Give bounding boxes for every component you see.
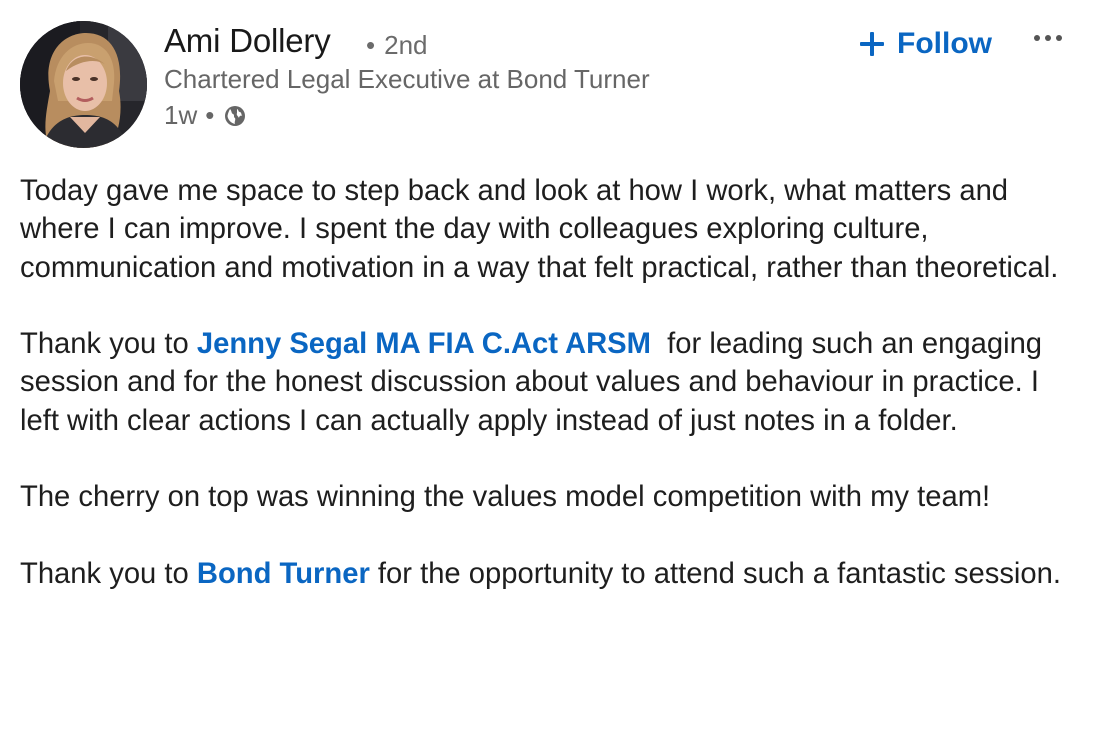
follow-button[interactable]: Follow xyxy=(859,27,992,61)
mention-link[interactable]: Jenny Segal MA FIA C.Act ARSM xyxy=(197,328,651,360)
profile-photo xyxy=(20,21,147,148)
text-segment: Thank you to xyxy=(20,328,197,361)
post-paragraph: The cherry on top was winning the values… xyxy=(20,481,991,514)
post-meta: 1w • xyxy=(164,100,247,131)
author-name[interactable]: Ami Dollery xyxy=(164,22,331,60)
more-horizontal-icon xyxy=(1034,35,1062,41)
separator-dot: • xyxy=(205,100,215,130)
follow-label: Follow xyxy=(897,27,992,60)
author-avatar[interactable] xyxy=(20,21,147,148)
post-paragraph: Thank you to Bond Turner for the opportu… xyxy=(20,555,1080,593)
post-paragraph: Thank you to Jenny Segal MA FIA C.Act AR… xyxy=(20,325,1080,440)
connection-degree-label: 2nd xyxy=(384,30,428,60)
connection-degree: • 2nd xyxy=(366,30,428,61)
mention-link[interactable]: Bond Turner xyxy=(197,558,370,590)
feed-post: Ami Dollery • 2nd Chartered Legal Executi… xyxy=(0,0,1095,750)
author-headline: Chartered Legal Executive at Bond Turner xyxy=(164,64,650,94)
separator-dot: • xyxy=(366,30,376,60)
plus-icon xyxy=(859,31,885,57)
text-segment: Thank you to xyxy=(20,557,197,590)
post-time: 1w xyxy=(164,100,198,130)
globe-icon xyxy=(223,104,247,128)
post-body: Today gave me space to step back and loo… xyxy=(20,172,1080,593)
post-paragraph: Today gave me space to step back and loo… xyxy=(20,175,1059,284)
text-segment: for the opportunity to attend such a fan… xyxy=(369,557,1061,590)
more-options-button[interactable] xyxy=(1030,28,1070,52)
